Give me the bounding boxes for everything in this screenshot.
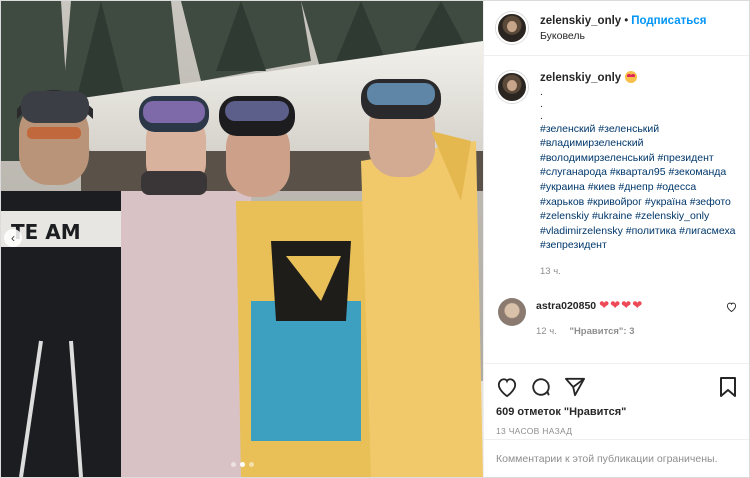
commenter-avatar[interactable] [498, 297, 526, 326]
author-username[interactable]: zelenskiy_only [540, 15, 621, 27]
carousel-dot-active [239, 462, 245, 467]
post-photo[interactable]: TE AM ‹ [1, 1, 483, 477]
caption-dot-line: . [540, 109, 543, 122]
save-bookmark-icon[interactable] [719, 376, 737, 398]
caption-author-avatar[interactable] [496, 71, 528, 103]
caption-dot-line: . [540, 97, 543, 110]
share-paper-plane-icon[interactable] [564, 377, 586, 397]
post-header: zelenskiy_only • Подписаться Буковель [484, 1, 749, 56]
carousel-prev-arrow[interactable]: ‹ [4, 229, 22, 247]
comment-hearts: ❤❤❤❤ [599, 297, 644, 312]
follow-button[interactable]: Подписаться [631, 15, 706, 27]
instagram-post: TE AM ‹ zelenskiy_only • Подписаться Бук… [0, 0, 750, 478]
comment-like-heart-icon[interactable] [726, 302, 737, 315]
comment-bubble-icon[interactable] [530, 376, 552, 398]
comments-disabled-notice: Комментарии к этой публикации ограничены… [484, 439, 749, 477]
comment-time: 12 ч. [536, 325, 557, 337]
commenter-username[interactable]: astra020850 [536, 300, 596, 312]
post-location[interactable]: Буковель [540, 30, 706, 42]
post-time-ago[interactable]: 13 ЧАСОВ НАЗАД [496, 426, 737, 436]
heart-eyes-emoji-icon [625, 71, 638, 83]
carousel-indicator [1, 462, 483, 467]
comment-likes[interactable]: "Нравится": 3 [569, 326, 634, 337]
caption-time: 13 ч. [540, 265, 561, 277]
post-side-panel: zelenskiy_only • Подписаться Буковель ze… [483, 1, 749, 477]
caption-dot-line: . [540, 85, 543, 98]
carousel-dot [230, 462, 236, 467]
caption-username[interactable]: zelenskiy_only [540, 72, 621, 84]
carousel-dot [248, 462, 254, 467]
ski-group-photo: TE AM [1, 1, 483, 477]
separator-dot: • [624, 14, 629, 27]
likes-count[interactable]: 609 отметок "Нравится" [496, 406, 737, 418]
like-heart-icon[interactable] [496, 377, 518, 397]
comments-area[interactable]: zelenskiy_only . . . #зеленский #зеленсь… [484, 57, 749, 363]
author-avatar[interactable] [496, 12, 528, 44]
caption-hashtags[interactable]: #зеленский #зеленський #владимирзеленски… [540, 122, 737, 253]
post-actions: 609 отметок "Нравится" 13 ЧАСОВ НАЗАД [484, 363, 749, 436]
comment-item: astra020850 ❤❤❤❤ 12 ч. "Нравится": 3 [496, 297, 737, 339]
post-caption: zelenskiy_only . . . #зеленский #зеленсь… [496, 71, 737, 280]
